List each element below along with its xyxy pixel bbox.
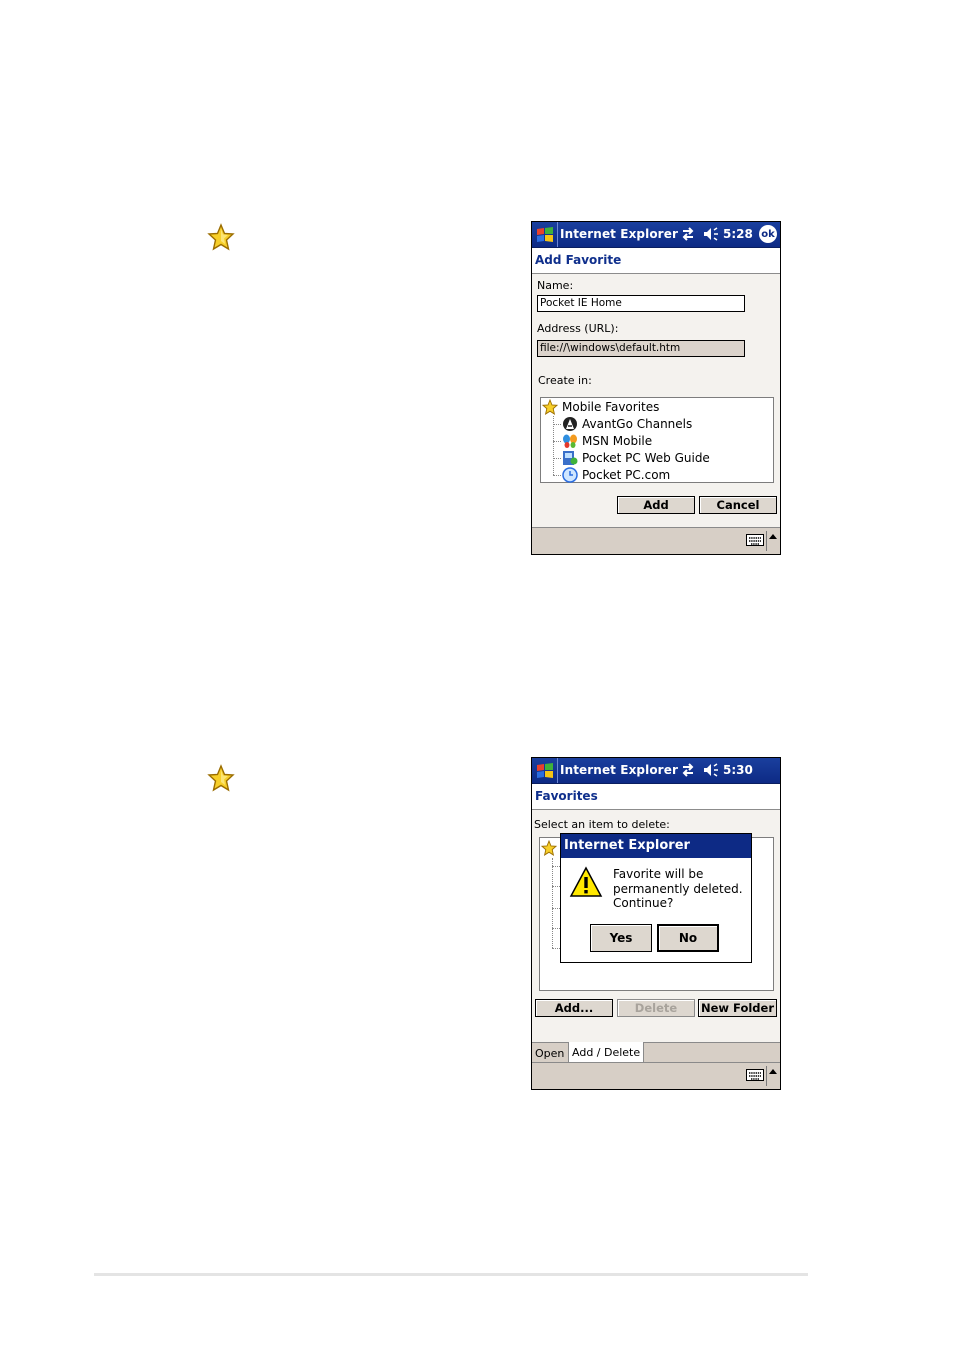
avantgo-icon	[562, 416, 578, 432]
web-guide-icon	[562, 450, 578, 466]
favorites-star-icon	[542, 399, 558, 415]
tree-item-label: AvantGo Channels	[582, 417, 693, 431]
tree-item-web-guide[interactable]: Pocket PC Web Guide	[562, 450, 710, 466]
divider	[766, 531, 767, 551]
tree-connector	[553, 458, 561, 459]
tree-item-label: Mobile Favorites	[562, 400, 660, 414]
address-label: Address (URL):	[537, 322, 619, 335]
pocketpc-clock-icon	[562, 467, 578, 483]
app-title: Internet Explorer	[560, 227, 678, 241]
tree-item-pocketpc-com[interactable]: Pocket PC.com	[562, 467, 670, 483]
title-bar: Internet Explorer 5:28 ok	[532, 222, 780, 248]
tree-connector	[553, 424, 561, 425]
connectivity-icon[interactable]	[680, 762, 696, 778]
yes-button[interactable]: Yes	[590, 924, 652, 952]
tree-connector	[552, 908, 560, 909]
add-favorite-screen: Internet Explorer 5:28 ok Add Favorite N…	[531, 221, 781, 555]
windows-flag-icon	[536, 762, 553, 778]
tree-connector	[552, 886, 560, 887]
start-button[interactable]	[532, 758, 558, 783]
favorites-star-icon	[541, 840, 557, 856]
favorites-star-icon	[207, 764, 235, 792]
dialog-title: Internet Explorer	[561, 834, 751, 858]
volume-icon[interactable]	[702, 762, 720, 778]
message-line: Favorite will be	[613, 867, 704, 881]
no-button[interactable]: No	[657, 924, 719, 952]
app-title: Internet Explorer	[560, 763, 678, 777]
volume-icon[interactable]	[702, 226, 720, 242]
ok-button[interactable]: ok	[759, 225, 777, 243]
keyboard-icon[interactable]	[746, 1068, 764, 1082]
connectivity-icon[interactable]	[680, 226, 696, 242]
tree-item-label: Pocket PC.com	[582, 468, 671, 482]
footer-rule	[94, 1273, 808, 1276]
tree-connector	[553, 475, 561, 476]
tree-connector	[553, 441, 561, 442]
tree-connector	[552, 858, 553, 948]
page-title: Add Favorite	[532, 248, 780, 274]
tree-connector	[552, 928, 560, 929]
msn-butterfly-icon	[562, 433, 578, 449]
divider	[766, 1066, 767, 1086]
delete-confirm-dialog: Internet Explorer Favorite will be perma…	[560, 833, 752, 963]
favorites-area: Select an item to delete: Internet Explo…	[532, 810, 780, 1042]
name-field[interactable]: Pocket IE Home	[537, 295, 745, 312]
folder-tree[interactable]: Mobile Favorites AvantGo Channels MSN Mo…	[540, 397, 774, 483]
form-area: Name: Pocket IE Home Address (URL): file…	[532, 274, 780, 530]
page-title: Favorites	[532, 784, 780, 810]
tree-item-label: Pocket PC Web Guide	[582, 451, 710, 465]
name-label: Name:	[537, 279, 574, 292]
keyboard-icon[interactable]	[746, 533, 764, 547]
input-selector-arrow-icon[interactable]	[769, 534, 777, 539]
menu-bar	[532, 1062, 780, 1089]
favorites-delete-screen: Internet Explorer 5:30 Favorites Select …	[531, 757, 781, 1090]
create-in-label: Create in:	[538, 374, 592, 387]
message-line: Continue?	[613, 896, 674, 910]
tree-item-avantgo[interactable]: AvantGo Channels	[562, 416, 692, 432]
warning-icon	[569, 866, 603, 897]
clock[interactable]: 5:30	[723, 763, 753, 777]
tree-item-label: MSN Mobile	[582, 434, 653, 448]
title-bar: Internet Explorer 5:30	[532, 758, 780, 784]
tree-connector	[552, 866, 560, 867]
tree-item-msn-mobile[interactable]: MSN Mobile	[562, 433, 652, 449]
instruction-text: Select an item to delete:	[534, 818, 670, 831]
tree-item-mobile-favorites[interactable]: Mobile Favorites	[542, 399, 659, 415]
tree-connector	[552, 948, 560, 949]
delete-button: Delete	[617, 999, 695, 1017]
windows-flag-icon	[536, 226, 553, 242]
favorites-star-icon	[207, 223, 235, 251]
address-field[interactable]: file://\windows\default.htm	[537, 340, 745, 357]
add-button[interactable]: Add	[617, 496, 695, 514]
dialog-message: Favorite will be permanently deleted. Co…	[613, 867, 743, 911]
tree-item-mobile-favorites[interactable]	[541, 840, 561, 856]
input-selector-arrow-icon[interactable]	[769, 1069, 777, 1074]
menu-bar	[532, 527, 780, 554]
message-line: permanently deleted.	[613, 881, 743, 896]
add-button[interactable]: Add...	[535, 999, 613, 1017]
new-folder-button[interactable]: New Folder	[698, 999, 777, 1017]
start-button[interactable]	[532, 222, 558, 247]
clock[interactable]: 5:28	[723, 227, 753, 241]
cancel-button[interactable]: Cancel	[699, 496, 777, 514]
